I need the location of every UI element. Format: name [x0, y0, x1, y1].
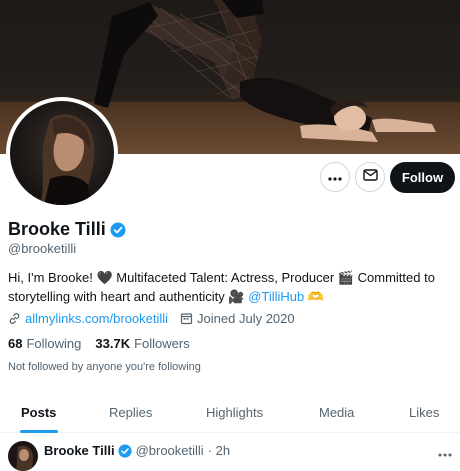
profile-bio: Hi, I'm Brooke! 🖤 Multifaceted Talent: A… — [8, 268, 448, 306]
tab-likes[interactable]: Likes — [409, 392, 439, 432]
post-item[interactable]: Brooke Tilli @brooketilli · 2h — [0, 433, 460, 471]
followers-label: Followers — [134, 336, 190, 351]
following-link[interactable]: 68 Following — [8, 336, 81, 351]
bio-emoji: 🫶 — [307, 289, 325, 304]
tab-posts[interactable]: Posts — [21, 392, 56, 432]
verified-badge-icon[interactable] — [110, 222, 126, 238]
tab-highlights[interactable]: Highlights — [206, 392, 263, 432]
more-options-button[interactable] — [320, 162, 350, 192]
bio-mention-link[interactable]: @TilliHub — [248, 289, 304, 304]
more-dots-icon — [328, 168, 342, 186]
name-row: Brooke Tilli — [8, 219, 126, 240]
envelope-icon — [362, 168, 378, 186]
website-link[interactable]: allmylinks.com/brooketilli — [25, 311, 168, 326]
profile-meta: allmylinks.com/brooketilli Joined July 2… — [8, 311, 295, 326]
display-name: Brooke Tilli — [8, 219, 106, 239]
not-followed-text: Not followed by anyone you're following — [8, 361, 201, 373]
bio-text: Hi, I'm Brooke! 🖤 Multifaceted Talent: A… — [8, 270, 435, 304]
profile-avatar[interactable] — [6, 97, 118, 209]
post-header: Brooke Tilli @brooketilli · 2h — [44, 443, 230, 458]
followers-count: 33.7K — [95, 336, 131, 351]
follow-button[interactable]: Follow — [390, 162, 455, 193]
tab-replies[interactable]: Replies — [109, 392, 152, 432]
following-count: 68 — [8, 336, 23, 351]
post-avatar[interactable] — [8, 441, 38, 471]
post-author-handle: @brooketilli — [135, 443, 204, 458]
profile-tabs: Posts Replies Highlights Media Likes — [0, 392, 460, 433]
post-time[interactable]: · 2h — [208, 443, 230, 458]
followers-link[interactable]: 33.7K Followers — [95, 336, 189, 351]
avatar-photo — [10, 101, 114, 205]
profile-handle: @brooketilli — [8, 241, 77, 256]
calendar-icon — [180, 312, 193, 325]
message-button[interactable] — [355, 162, 385, 192]
joined-date: Joined July 2020 — [197, 311, 295, 326]
post-author-name[interactable]: Brooke Tilli — [44, 443, 115, 458]
verified-badge-icon — [118, 443, 132, 458]
follow-counts: 68 Following 33.7K Followers — [8, 336, 204, 351]
tab-media[interactable]: Media — [319, 392, 354, 432]
link-icon — [8, 312, 21, 325]
following-label: Following — [26, 336, 82, 351]
post-more-icon[interactable] — [438, 444, 452, 462]
